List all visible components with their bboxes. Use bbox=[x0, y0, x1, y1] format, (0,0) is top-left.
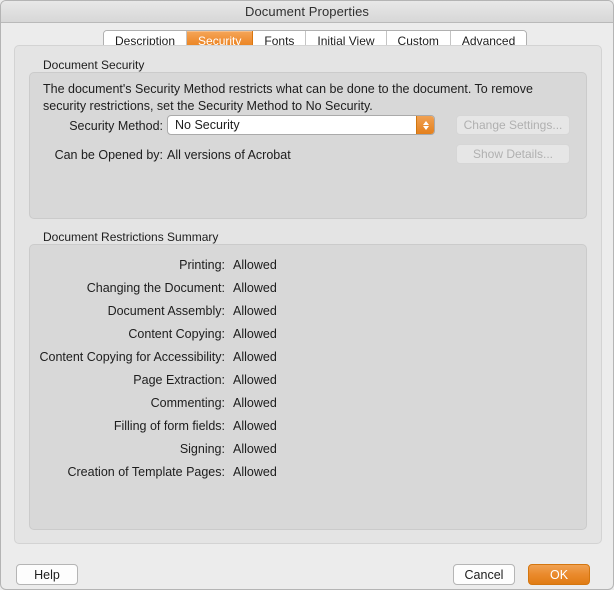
document-restrictions-group-label: Document Restrictions Summary bbox=[43, 230, 218, 244]
help-button[interactable]: Help bbox=[16, 564, 78, 585]
restriction-value: Allowed bbox=[233, 350, 277, 364]
can-be-opened-by-label: Can be Opened by: bbox=[21, 148, 163, 162]
cancel-button[interactable]: Cancel bbox=[453, 564, 515, 585]
can-be-opened-by-value: All versions of Acrobat bbox=[167, 148, 291, 162]
document-security-group-label: Document Security bbox=[43, 58, 144, 72]
restriction-value: Allowed bbox=[233, 304, 277, 318]
restriction-value: Allowed bbox=[233, 258, 277, 272]
restriction-label: Signing: bbox=[29, 442, 233, 456]
restriction-label: Printing: bbox=[29, 258, 233, 272]
restriction-row: Changing the Document:Allowed bbox=[29, 276, 429, 299]
restriction-label: Creation of Template Pages: bbox=[29, 465, 233, 479]
chevron-up-icon bbox=[423, 121, 429, 125]
restriction-label: Content Copying: bbox=[29, 327, 233, 341]
change-settings-button: Change Settings... bbox=[456, 115, 570, 135]
restriction-label: Filling of form fields: bbox=[29, 419, 233, 433]
restriction-value: Allowed bbox=[233, 396, 277, 410]
restriction-row: Document Assembly:Allowed bbox=[29, 299, 429, 322]
ok-button[interactable]: OK bbox=[528, 564, 590, 585]
chevron-up-down-icon[interactable] bbox=[416, 116, 434, 134]
restriction-label: Changing the Document: bbox=[29, 281, 233, 295]
restriction-label: Document Assembly: bbox=[29, 304, 233, 318]
security-method-dropdown[interactable]: No Security bbox=[167, 115, 435, 135]
security-method-label: Security Method: bbox=[21, 119, 163, 133]
document-properties-window: Document Properties DescriptionSecurityF… bbox=[0, 0, 614, 590]
restriction-label: Page Extraction: bbox=[29, 373, 233, 387]
restriction-row: Printing:Allowed bbox=[29, 253, 429, 276]
chevron-down-icon bbox=[423, 126, 429, 130]
restriction-value: Allowed bbox=[233, 373, 277, 387]
restriction-value: Allowed bbox=[233, 419, 277, 433]
show-details-button: Show Details... bbox=[456, 144, 570, 164]
restriction-row: Content Copying for Accessibility:Allowe… bbox=[29, 345, 429, 368]
restriction-value: Allowed bbox=[233, 281, 277, 295]
restriction-row: Signing:Allowed bbox=[29, 437, 429, 460]
security-method-value: No Security bbox=[168, 118, 416, 132]
restriction-row: Content Copying:Allowed bbox=[29, 322, 429, 345]
restriction-label: Content Copying for Accessibility: bbox=[29, 350, 233, 364]
restriction-row: Commenting:Allowed bbox=[29, 391, 429, 414]
restriction-value: Allowed bbox=[233, 442, 277, 456]
restriction-row: Filling of form fields:Allowed bbox=[29, 414, 429, 437]
title-bar[interactable]: Document Properties bbox=[1, 1, 613, 23]
window-title: Document Properties bbox=[245, 4, 369, 19]
restriction-value: Allowed bbox=[233, 465, 277, 479]
restriction-value: Allowed bbox=[233, 327, 277, 341]
restriction-row: Creation of Template Pages:Allowed bbox=[29, 460, 429, 483]
restriction-label: Commenting: bbox=[29, 396, 233, 410]
security-description-text: The document's Security Method restricts… bbox=[43, 81, 573, 115]
restriction-row: Page Extraction:Allowed bbox=[29, 368, 429, 391]
